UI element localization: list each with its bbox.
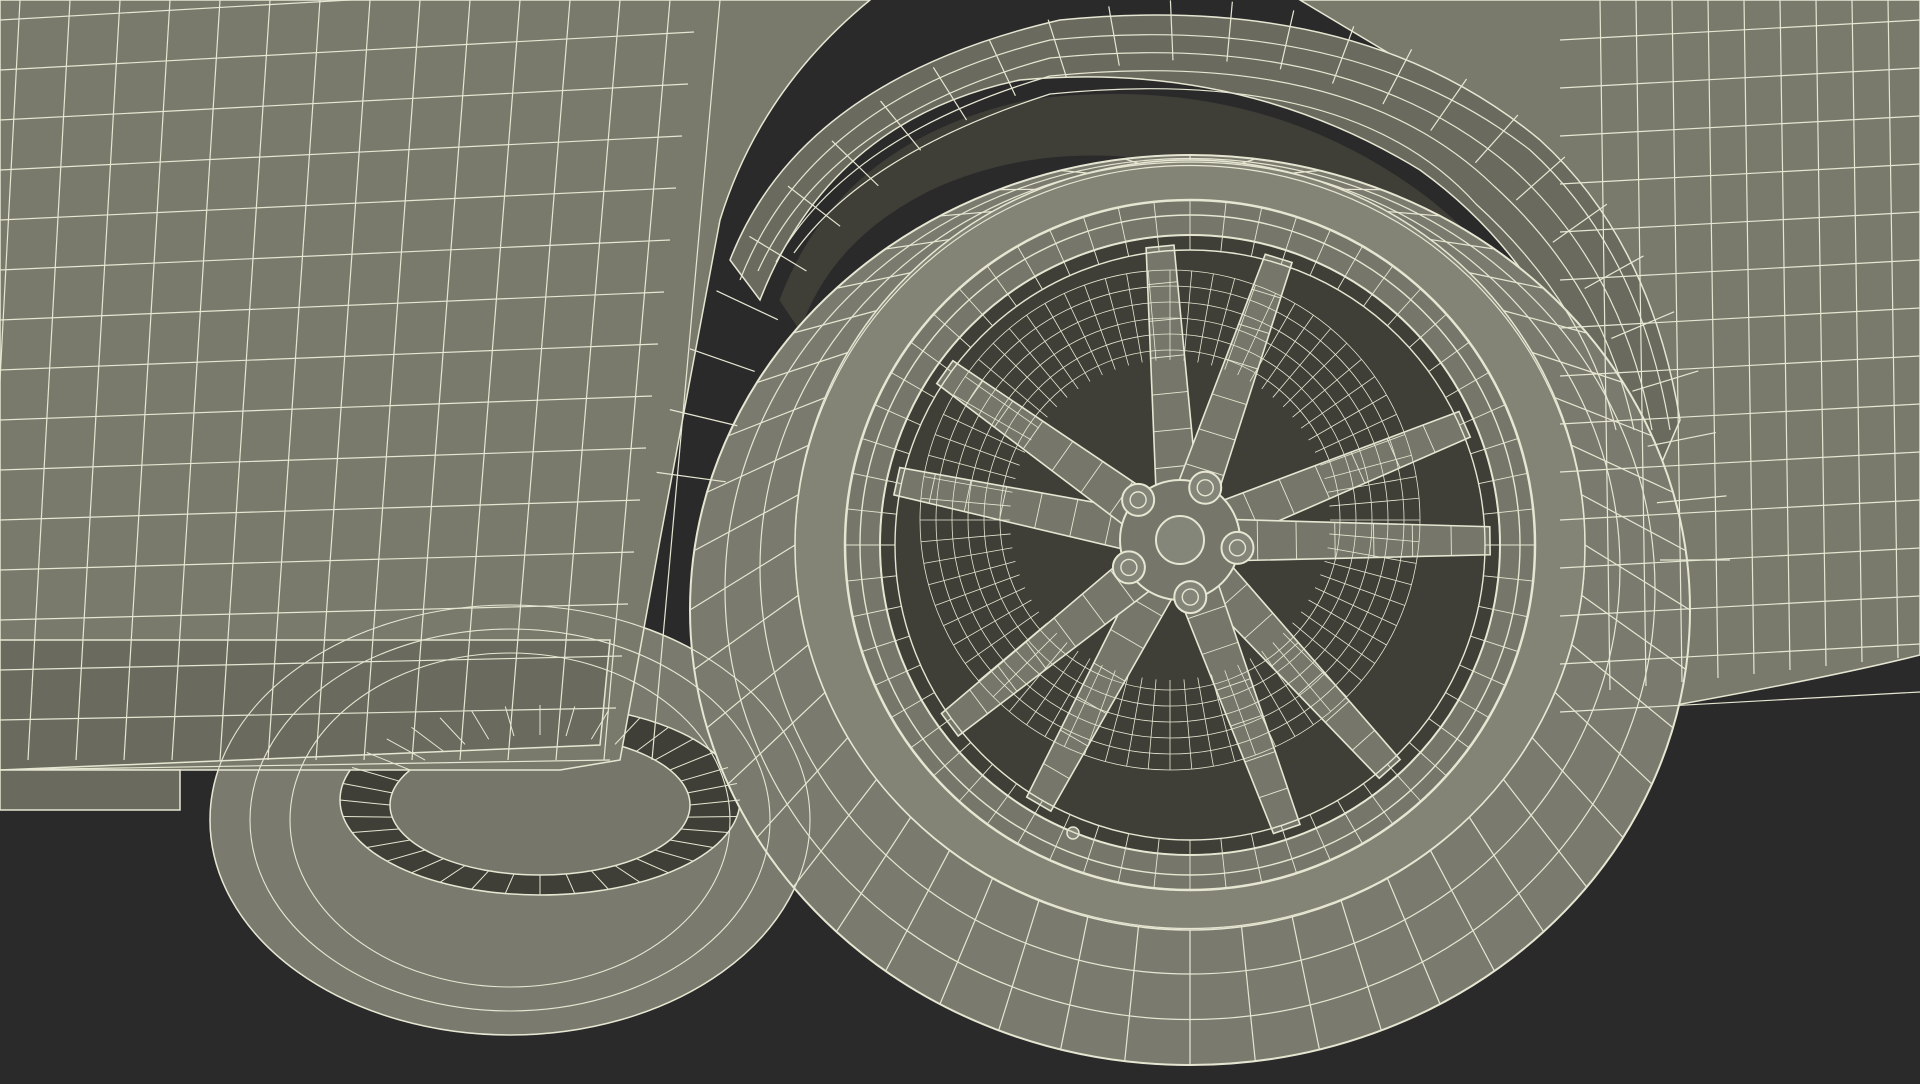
render-viewport	[0, 0, 1920, 1080]
wireframe-car-render	[0, 0, 1920, 1080]
wire-edge	[343, 816, 392, 817]
wire-edge	[688, 816, 737, 817]
underbody-strip	[0, 770, 180, 810]
center-cap	[1156, 516, 1204, 564]
lug-nut	[1122, 484, 1154, 516]
spoke-edge	[1296, 521, 1297, 559]
spoke-edge	[1335, 522, 1336, 558]
spoke-edge	[1257, 520, 1258, 560]
lug-nut	[1113, 551, 1145, 583]
lug-nut	[1221, 532, 1253, 564]
lug-nut	[1174, 581, 1206, 613]
lug-nut	[1189, 472, 1221, 504]
